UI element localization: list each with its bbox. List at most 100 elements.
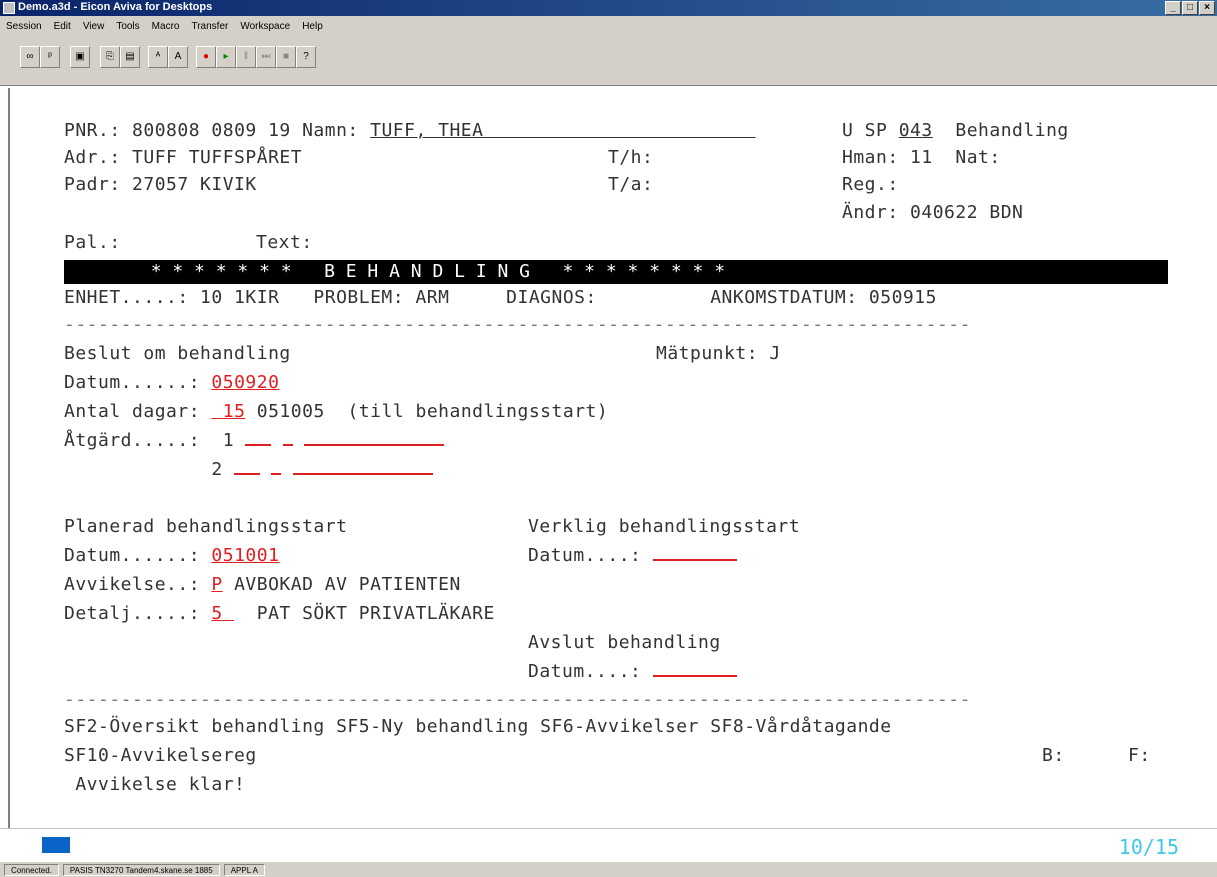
status-message: Avvikelse klar! xyxy=(64,774,246,795)
menu-tools[interactable]: Tools xyxy=(116,21,139,32)
row-datum1: Datum......: 050920 xyxy=(64,372,279,394)
maximize-button[interactable]: □ xyxy=(1182,1,1198,15)
atgard2-label: 2 xyxy=(64,459,235,480)
antal-rest: 051005 (till behandlingsstart) xyxy=(245,401,609,422)
title-bar: Demo.a3d - Eicon Aviva for Desktops _ □ … xyxy=(0,0,1217,16)
detalj-field[interactable]: 5 xyxy=(211,603,222,624)
antal-field[interactable]: 15 xyxy=(211,401,245,422)
menu-bar: Session Edit View Tools Macro Transfer W… xyxy=(0,16,1217,36)
f-label: F: xyxy=(1128,745,1151,766)
row-detalj: Detalj.....: 5 PAT SÖKT PRIVATLÄKARE xyxy=(64,603,495,625)
datum4-label: Datum....: xyxy=(528,661,653,682)
detalj-field-pad[interactable] xyxy=(223,603,234,624)
record-icon[interactable]: ● xyxy=(196,46,216,68)
usp-label: U SP xyxy=(842,120,899,141)
matpunkt-text: Mätpunkt: J xyxy=(656,343,781,364)
window-title: Demo.a3d - Eicon Aviva for Desktops xyxy=(18,1,213,13)
atgard2-field-a[interactable] xyxy=(234,459,261,475)
th-label: T/h: xyxy=(608,147,654,168)
b-label: B: xyxy=(1042,745,1065,766)
atgard2-field-c[interactable] xyxy=(292,459,433,475)
adr-text: Adr.: TUFF TUFFSPÅRET xyxy=(64,147,303,168)
app-icon xyxy=(3,2,15,14)
pnr-value: 800808 0809 19 xyxy=(132,120,291,141)
detalj-text: PAT SÖKT PRIVATLÄKARE xyxy=(234,603,495,624)
close-button[interactable]: × xyxy=(1199,1,1215,15)
minimize-button[interactable]: _ xyxy=(1165,1,1181,15)
properties-icon[interactable]: ▣ xyxy=(70,46,90,68)
atgard1-field-a[interactable] xyxy=(245,430,272,446)
keyboard-indicator-icon xyxy=(42,837,70,853)
row-avvikelse: Avvikelse..: P AVBOKAD AV PATIENTEN xyxy=(64,574,461,596)
row-pnr: PNR.: 800808 0809 19 Namn: TUFF, THEA xyxy=(64,120,756,142)
row-datum2: Datum......: 051001 xyxy=(64,545,279,567)
help-pointer-icon[interactable]: ? xyxy=(296,46,316,68)
namn-field[interactable]: TUFF, THEA xyxy=(370,120,483,141)
menu-transfer[interactable]: Transfer xyxy=(191,21,228,32)
row-datum3: Datum....: xyxy=(528,545,737,567)
row-datum4: Datum....: xyxy=(528,661,737,683)
separator-top: ----------------------------------------… xyxy=(64,314,971,335)
font-smaller-icon[interactable]: ᴬ xyxy=(148,46,168,68)
beslut-heading: Beslut om behandling xyxy=(64,343,291,364)
menu-macro[interactable]: Macro xyxy=(152,21,180,32)
verklig-heading: Verklig behandlingsstart xyxy=(528,516,801,537)
datum4-field[interactable] xyxy=(652,661,737,677)
atgard2-field-b[interactable] xyxy=(271,459,282,475)
menu-edit[interactable]: Edit xyxy=(54,21,71,32)
text-label: Text: xyxy=(256,232,313,253)
pause-icon[interactable]: ‖ xyxy=(236,46,256,68)
menu-session[interactable]: Session xyxy=(6,21,42,32)
datum2-label: Datum......: xyxy=(64,545,212,566)
play-icon[interactable]: ▸ xyxy=(216,46,236,68)
cursor-position: 10/15 xyxy=(1118,835,1179,859)
avvikelse-field[interactable]: P xyxy=(211,574,222,595)
pal-label: Pal.: xyxy=(64,232,121,253)
datum3-label: Datum....: xyxy=(528,545,653,566)
operator-info-area: 10/15 xyxy=(0,828,1217,862)
detalj-label: Detalj.....: xyxy=(64,603,212,624)
menu-view[interactable]: View xyxy=(83,21,105,32)
menu-workspace[interactable]: Workspace xyxy=(240,21,290,32)
namn-field-underline[interactable] xyxy=(483,120,755,141)
datum1-label: Datum......: xyxy=(64,372,212,393)
mode-indicator: APPL A xyxy=(223,863,265,876)
row-usp: U SP 043 Behandling xyxy=(842,120,1069,142)
avvikelse-label: Avvikelse..: xyxy=(64,574,212,595)
hman-text: Hman: 11 Nat: xyxy=(842,147,1001,168)
disconnect-icon[interactable]: ∞ xyxy=(20,46,40,68)
copy-icon[interactable]: ⎘ xyxy=(100,46,120,68)
connection-status: Connected. xyxy=(4,863,59,876)
datum1-field[interactable]: 050920 xyxy=(211,372,279,393)
reg-label: Reg.: xyxy=(842,174,899,195)
font-larger-icon[interactable]: A xyxy=(168,46,188,68)
row-antal: Antal dagar: 15 051005 (till behandlings… xyxy=(64,401,608,423)
antal-label: Antal dagar: xyxy=(64,401,212,422)
separator-bottom: ----------------------------------------… xyxy=(64,689,971,710)
antal-value: 15 xyxy=(222,401,246,422)
usp-field[interactable]: 043 xyxy=(899,120,933,141)
toolbar: ∞ ᵖ ▣ ⎘ ▤ ᴬ A ● ▸ ‖ ⏭ ■ ? xyxy=(0,36,1217,86)
atgard1-field-c[interactable] xyxy=(304,430,445,446)
row-atgard1: Åtgärd.....: 1 xyxy=(64,430,445,452)
enhet-row: ENHET.....: 10 1KIR PROBLEM: ARM DIAGNOS… xyxy=(64,287,937,308)
pnr-label: PNR.: xyxy=(64,120,133,141)
atgard1-field-b[interactable] xyxy=(282,430,293,446)
menu-help[interactable]: Help xyxy=(302,21,323,32)
connect-icon[interactable]: ᵖ xyxy=(40,46,60,68)
stop-icon[interactable]: ■ xyxy=(276,46,296,68)
avvikelse-text: AVBOKAD AV PATIENTEN xyxy=(222,574,461,595)
session-info: PASIS TN3270 Tandem4.skane.se 1885 xyxy=(62,863,220,876)
avslut-heading: Avslut behandling xyxy=(528,632,721,653)
sf-keys-line2: SF10-Avvikelsereg xyxy=(64,745,257,766)
row-atgard2: 2 xyxy=(64,459,433,481)
datum2-field[interactable]: 051001 xyxy=(211,545,279,566)
padr-text: Padr: 27057 KIVIK xyxy=(64,174,257,195)
sf-keys-line1: SF2-Översikt behandling SF5-Ny behandlin… xyxy=(64,716,892,737)
ta-label: T/a: xyxy=(608,174,654,195)
behandling-label: Behandling xyxy=(932,120,1069,141)
step-icon[interactable]: ⏭ xyxy=(256,46,276,68)
behandling-band: * * * * * * * B E H A N D L I N G * * * … xyxy=(64,260,1168,284)
paste-icon[interactable]: ▤ xyxy=(120,46,140,68)
datum3-field[interactable] xyxy=(652,545,737,561)
